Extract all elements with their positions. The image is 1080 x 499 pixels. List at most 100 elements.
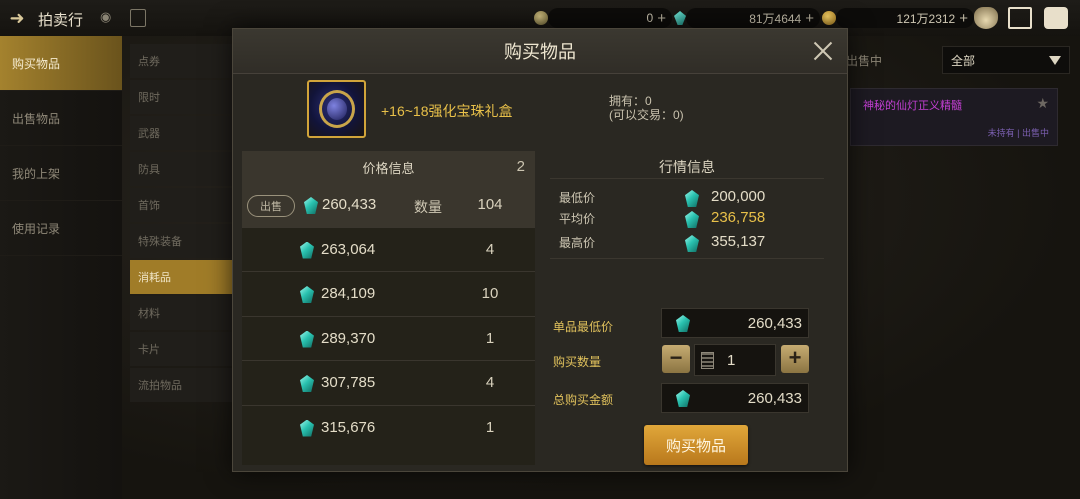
category-item[interactable]: 首饰 <box>130 188 234 222</box>
document-icon[interactable] <box>130 9 146 27</box>
gem-icon <box>676 390 690 407</box>
gold-value: 121万2312 <box>896 11 956 26</box>
nav-item-sell[interactable]: 出售物品 <box>0 91 122 146</box>
gold-coin-icon <box>822 11 836 25</box>
buy-item-button[interactable]: 购买物品 <box>644 425 748 465</box>
row-quantity: 104 <box>477 196 503 213</box>
category-item[interactable]: 限时 <box>130 80 234 114</box>
unit-price-box: 260,433 <box>661 308 809 338</box>
gem-icon <box>300 241 314 259</box>
close-icon[interactable] <box>811 39 835 63</box>
gem-icon <box>300 419 314 437</box>
table-row[interactable]: 263,064 4 <box>242 228 535 272</box>
back-arrow-icon[interactable]: ➜ <box>6 8 28 28</box>
gem-icon <box>300 286 314 303</box>
category-item[interactable]: 材料 <box>130 296 234 330</box>
auction-screen: ➜ 拍卖行 ◉ 0 + 81万4644 + 121万2312 + 购买物品 出售… <box>0 0 1080 499</box>
price-table-header: 价格信息 <box>362 160 415 176</box>
table-row[interactable]: 289,370 1 <box>242 317 535 361</box>
market-row-min: 最低价 200,000 <box>559 188 829 209</box>
plus-button[interactable]: + <box>781 345 809 373</box>
category-item[interactable]: 流拍物品 <box>130 368 234 402</box>
moon-coin-icon <box>534 11 548 25</box>
market-info-header: 行情信息 <box>550 157 824 179</box>
filter-dropdown[interactable]: 全部 <box>942 46 1070 74</box>
calculator-icon[interactable] <box>701 352 714 369</box>
quantity-input[interactable]: 1 <box>694 344 776 376</box>
nav-item-history[interactable]: 使用记录 <box>0 201 122 256</box>
market-row-avg: 平均价 236,758 <box>559 209 829 230</box>
table-row[interactable]: 284,109 10 <box>242 272 535 317</box>
gem-icon <box>685 190 699 207</box>
gem-icon <box>674 11 686 25</box>
sell-tag: 出售 <box>247 195 295 217</box>
price-table-count: 2 <box>516 158 525 175</box>
category-item[interactable]: 点券 <box>130 44 234 78</box>
row-price: 307,785 <box>321 374 376 391</box>
filter-value: 全部 <box>951 53 976 68</box>
market-value: 355,137 <box>711 233 766 250</box>
total-amount-label: 总购买金额 <box>553 393 614 407</box>
nav-item-my-listings[interactable]: 我的上架 <box>0 146 122 201</box>
category-item[interactable]: 武器 <box>130 116 234 150</box>
market-row-max: 最高价 355,137 <box>559 233 829 254</box>
row-quantity: 1 <box>485 329 495 347</box>
bag-icon[interactable] <box>974 7 998 29</box>
unit-price-value: 260,433 <box>747 315 802 332</box>
moon-coin-value: 0 <box>646 11 654 25</box>
chevron-down-icon <box>1049 56 1061 65</box>
listing-card[interactable]: 神秘的仙灯正义精髓 ★ 未持有 | 出售中 <box>850 88 1058 146</box>
gem-icon <box>676 315 690 332</box>
row-price: 284,109 <box>321 285 376 302</box>
category-list: 点券 限时 武器 防具 首饰 特殊装备 消耗品 材料 卡片 流拍物品 <box>130 44 234 404</box>
eye-icon[interactable]: ◉ <box>100 9 120 27</box>
market-label: 平均价 <box>559 212 596 226</box>
add-moon-coin-icon[interactable]: + <box>657 10 666 27</box>
row-price: 289,370 <box>321 329 376 347</box>
listing-meta: 未持有 | 出售中 <box>987 128 1049 138</box>
modal-title: 购买物品 <box>233 29 847 74</box>
row-price: 260,433 <box>322 196 377 213</box>
market-value: 200,000 <box>711 188 766 205</box>
market-value: 236,758 <box>711 209 766 226</box>
gem-icon <box>300 375 314 392</box>
gem-icon <box>685 211 699 228</box>
star-icon[interactable]: ★ <box>1036 95 1049 112</box>
minus-button[interactable]: − <box>662 345 690 373</box>
table-row[interactable]: 307,785 4 <box>242 361 535 406</box>
gem-icon <box>300 330 314 348</box>
buy-quantity-label: 购买数量 <box>553 355 602 369</box>
currency-moon: 0 + <box>534 8 672 28</box>
unit-price-label: 单品最低价 <box>553 320 614 334</box>
total-amount-value: 260,433 <box>747 390 802 407</box>
row-price: 315,676 <box>321 418 376 436</box>
category-item[interactable]: 特殊装备 <box>130 224 234 258</box>
nav-item-buy[interactable]: 购买物品 <box>0 36 122 91</box>
quantity-value: 1 <box>727 352 736 369</box>
add-gem-icon[interactable]: + <box>805 10 814 27</box>
chat-icon[interactable] <box>1044 7 1068 29</box>
total-amount-box: 260,433 <box>661 383 809 413</box>
row-quantity: 4 <box>485 374 495 391</box>
category-item[interactable]: 卡片 <box>130 332 234 366</box>
item-icon <box>307 80 366 138</box>
market-label: 最低价 <box>559 191 596 205</box>
currency-gold: 121万2312 + <box>822 8 974 28</box>
row-quantity: 4 <box>485 240 495 258</box>
buy-item-modal: 购买物品 +16~18强化宝珠礼盒 拥有：0 (可以交易：0) 价格信息 2 出… <box>232 28 848 472</box>
row-quantity: 1 <box>485 418 495 436</box>
quantity-label: 数量 <box>414 199 442 215</box>
row-quantity: 10 <box>481 285 499 302</box>
category-item-consumables[interactable]: 消耗品 <box>130 260 234 294</box>
mail-icon[interactable] <box>1008 7 1032 29</box>
table-row[interactable]: 315,676 1 <box>242 406 535 451</box>
currency-gem: 81万4644 + <box>674 8 820 28</box>
left-nav: 购买物品 出售物品 我的上架 使用记录 <box>0 36 122 499</box>
tradable-count: (可以交易：0) <box>609 108 684 122</box>
category-item[interactable]: 防具 <box>130 152 234 186</box>
table-row[interactable]: 出售 260,433 数量 104 <box>242 183 535 228</box>
price-table: 价格信息 2 出售 260,433 数量 104 263,064 4 284,1… <box>242 151 535 465</box>
add-gold-icon[interactable]: + <box>959 10 968 27</box>
gem-icon <box>685 235 699 252</box>
item-name: +16~18强化宝珠礼盒 <box>381 103 513 119</box>
